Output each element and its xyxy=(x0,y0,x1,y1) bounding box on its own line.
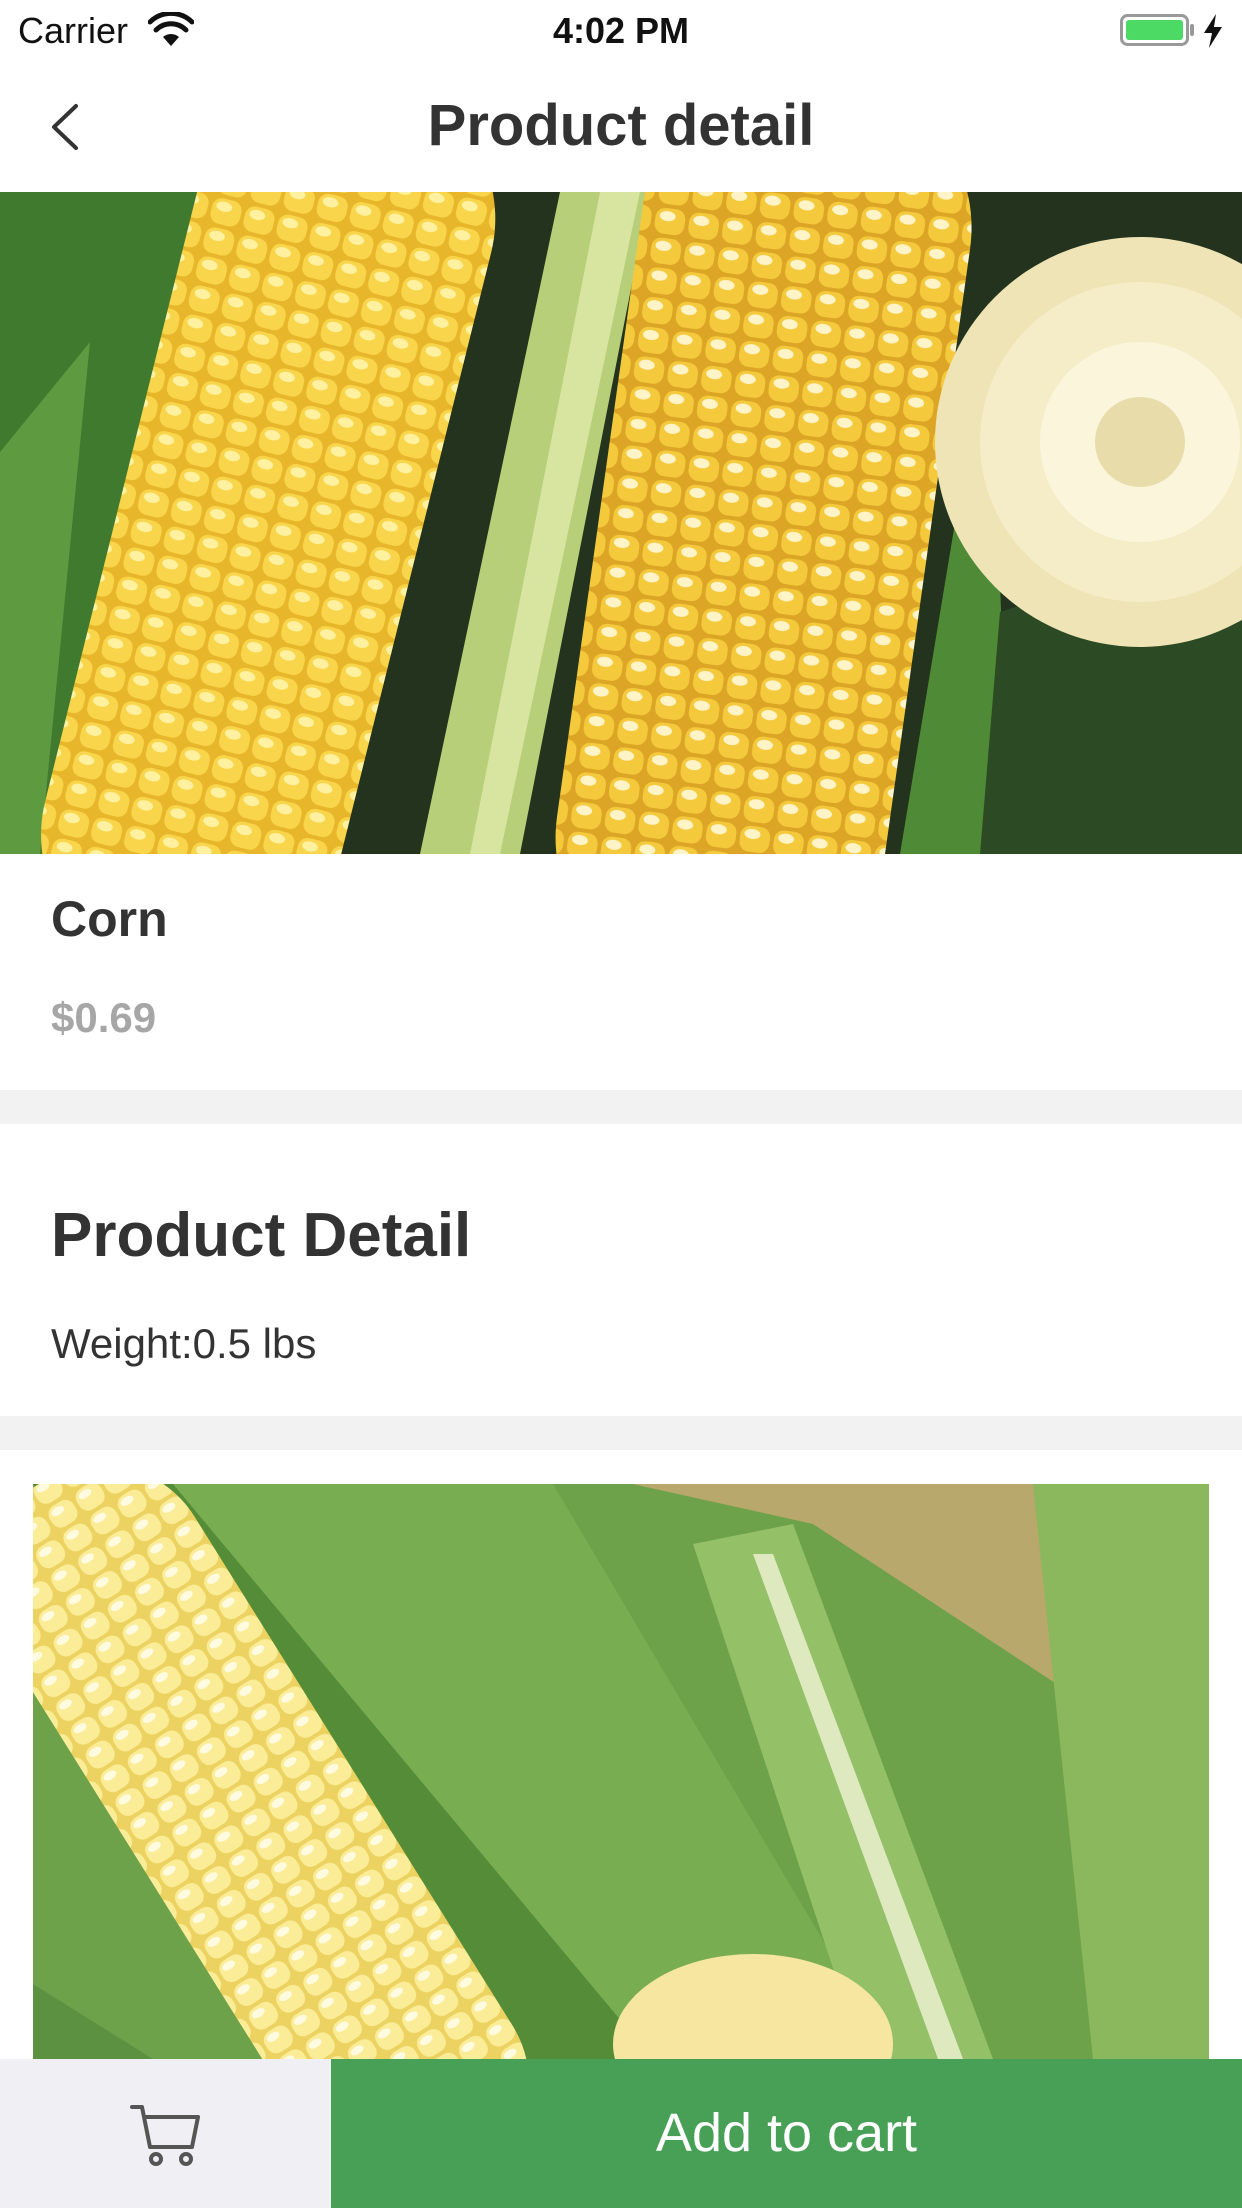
status-bar: Carrier 4:02 PM xyxy=(0,0,1242,62)
battery-icon xyxy=(1120,14,1194,46)
product-name: Corn xyxy=(51,891,168,947)
cart-button[interactable] xyxy=(0,2059,331,2208)
product-weight: Weight:0.5 lbs xyxy=(51,1320,317,1367)
product-info: Corn $0.69 xyxy=(0,854,1242,1090)
product-price: $0.69 xyxy=(51,994,157,1041)
product-detail-section: Product Detail Weight:0.5 lbs xyxy=(0,1124,1242,1416)
charging-bolt-icon xyxy=(1204,14,1222,48)
detail-heading: Product Detail xyxy=(51,1201,472,1270)
status-time: 4:02 PM xyxy=(552,10,690,51)
bottom-action-bar: Add to cart xyxy=(0,2059,1242,2208)
product-hero-image xyxy=(0,192,1242,854)
page-title: Product detail xyxy=(427,93,815,158)
product-detail-image xyxy=(33,1484,1209,2059)
nav-bar: Product detail xyxy=(0,62,1242,192)
cart-icon xyxy=(130,2105,200,2166)
section-divider xyxy=(0,1416,1242,1450)
add-to-cart-button[interactable]: Add to cart xyxy=(331,2059,1242,2208)
section-divider xyxy=(0,1090,1242,1124)
